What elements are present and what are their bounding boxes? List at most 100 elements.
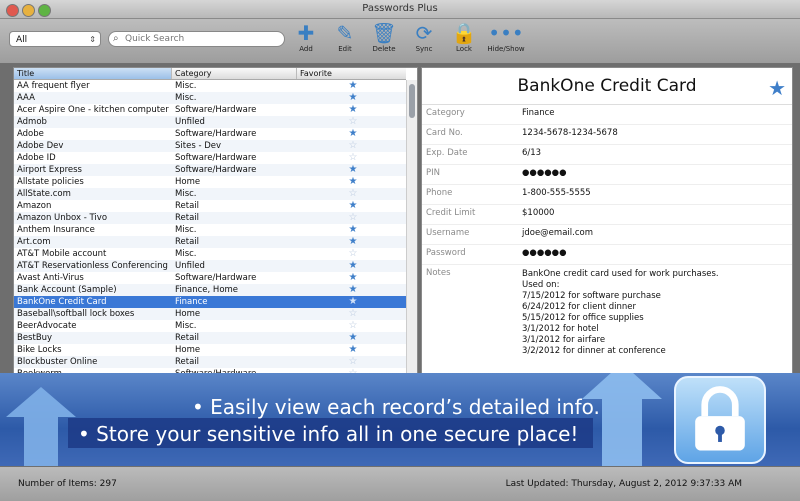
search-input[interactable]: [125, 33, 275, 45]
table-row[interactable]: Anthem Insurance Misc. ★: [14, 224, 406, 236]
favorite-star-icon[interactable]: ★: [346, 80, 360, 92]
favorite-star-icon[interactable]: ☆: [346, 356, 360, 368]
filter-select[interactable]: All ⇕: [9, 31, 101, 47]
row-title: Allstate policies: [17, 177, 84, 187]
edit-button[interactable]: ✎ Edit: [323, 21, 367, 53]
row-title: AAA: [17, 93, 35, 103]
plus-icon: ✚: [297, 21, 315, 45]
table-row[interactable]: AAA Misc. ★: [14, 92, 406, 104]
hide-show-button[interactable]: ••• Hide/Show: [484, 21, 528, 53]
detail-field: Phone 1-800-555-5555: [422, 184, 792, 205]
favorite-star-icon[interactable]: ★: [346, 200, 360, 212]
table-row[interactable]: BankOne Credit Card Finance ★: [14, 296, 406, 308]
field-value[interactable]: jdoe@email.com: [522, 228, 593, 238]
table-row[interactable]: Amazon Unbox - Tivo Retail ☆: [14, 212, 406, 224]
field-value[interactable]: Finance: [522, 108, 555, 118]
row-category: Misc.: [175, 249, 197, 259]
field-label: Exp. Date: [426, 148, 468, 158]
table-row[interactable]: Adobe Dev Sites - Dev ☆: [14, 140, 406, 152]
table-row[interactable]: Avast Anti-Virus Software/Hardware ★: [14, 272, 406, 284]
table-row[interactable]: AT&T Reservationless Conferencing Unfiled…: [14, 260, 406, 272]
filter-select-value: All: [16, 35, 28, 45]
column-header-favorite[interactable]: Favorite: [297, 68, 406, 79]
table-row[interactable]: Baseball\softball lock boxes Home ☆: [14, 308, 406, 320]
favorite-star-icon[interactable]: ★: [346, 236, 360, 248]
table-row[interactable]: Bike Locks Home ★: [14, 344, 406, 356]
favorite-star-icon[interactable]: ☆: [346, 152, 360, 164]
row-title: Avast Anti-Virus: [17, 273, 84, 283]
table-row[interactable]: AllState.com Misc. ☆: [14, 188, 406, 200]
favorite-star-icon[interactable]: ☆: [346, 248, 360, 260]
favorite-star-icon[interactable]: ★: [346, 164, 360, 176]
add-button[interactable]: ✚ Add: [284, 21, 328, 53]
favorite-star-icon[interactable]: ☆: [346, 308, 360, 320]
row-title: Acer Aspire One - kitchen computer: [17, 105, 169, 115]
favorite-star-icon[interactable]: ☆: [346, 212, 360, 224]
favorite-star-icon[interactable]: ☆: [346, 188, 360, 200]
favorite-star-icon[interactable]: ☆: [346, 116, 360, 128]
column-header-title[interactable]: Title: [14, 68, 172, 79]
zoom-window-button[interactable]: [38, 4, 51, 17]
table-row[interactable]: Adobe Software/Hardware ★: [14, 128, 406, 140]
field-value[interactable]: 6/13: [522, 148, 541, 158]
table-row[interactable]: Airport Express Software/Hardware ★: [14, 164, 406, 176]
sync-button[interactable]: ⟳ Sync: [402, 21, 446, 53]
field-value[interactable]: ●●●●●●: [522, 168, 567, 178]
field-value[interactable]: $10000: [522, 208, 554, 218]
favorite-star-icon[interactable]: ☆: [346, 320, 360, 332]
favorite-star-icon[interactable]: ★: [346, 260, 360, 272]
row-category: Software/Hardware: [175, 105, 257, 115]
field-label: PIN: [426, 168, 440, 178]
padlock-icon: [695, 386, 745, 451]
favorite-star-icon[interactable]: ★: [346, 104, 360, 116]
favorite-star-icon[interactable]: ★: [768, 76, 786, 100]
row-title: Bike Locks: [17, 345, 62, 355]
table-row[interactable]: Bank Account (Sample) Finance, Home ★: [14, 284, 406, 296]
field-value[interactable]: 1-800-555-5555: [522, 188, 591, 198]
row-category: Retail: [175, 201, 200, 211]
favorite-star-icon[interactable]: ★: [346, 344, 360, 356]
table-row[interactable]: Admob Unfiled ☆: [14, 116, 406, 128]
table-row[interactable]: Adobe ID Software/Hardware ☆: [14, 152, 406, 164]
up-arrow-graphic: [6, 387, 76, 466]
row-category: Retail: [175, 237, 200, 247]
list-scrollbar[interactable]: [406, 80, 417, 373]
favorite-star-icon[interactable]: ★: [346, 224, 360, 236]
row-category: Home: [175, 177, 201, 187]
delete-button[interactable]: 🗑 Delete: [362, 21, 406, 53]
table-row[interactable]: Acer Aspire One - kitchen computer Softwa…: [14, 104, 406, 116]
field-value[interactable]: ●●●●●●: [522, 248, 567, 258]
row-category: Unfiled: [175, 117, 205, 127]
table-row[interactable]: Art.com Retail ★: [14, 236, 406, 248]
favorite-star-icon[interactable]: ★: [346, 272, 360, 284]
favorite-star-icon[interactable]: ★: [346, 128, 360, 140]
field-value[interactable]: 1234-5678-1234-5678: [522, 128, 618, 138]
table-row[interactable]: BestBuy Retail ★: [14, 332, 406, 344]
table-row[interactable]: Allstate policies Home ★: [14, 176, 406, 188]
close-window-button[interactable]: [6, 4, 19, 17]
table-row[interactable]: Amazon Retail ★: [14, 200, 406, 212]
notes-line: Used on:: [522, 280, 560, 290]
row-category: Sites - Dev: [175, 141, 222, 151]
table-row[interactable]: AA frequent flyer Misc. ★: [14, 80, 406, 92]
favorite-star-icon[interactable]: ★: [346, 296, 360, 308]
favorite-star-icon[interactable]: ★: [346, 176, 360, 188]
favorite-star-icon[interactable]: ★: [346, 284, 360, 296]
toolbar: All ⇕ ⌕ ✚ Add ✎ Edit 🗑 Delete ⟳ Sync 🔒 L…: [0, 19, 800, 64]
pencil-icon: ✎: [336, 21, 354, 45]
favorite-star-icon[interactable]: ☆: [346, 140, 360, 152]
table-row[interactable]: AT&T Mobile account Misc. ☆: [14, 248, 406, 260]
table-row[interactable]: Blockbuster Online Retail ☆: [14, 356, 406, 368]
table-row[interactable]: BeerAdvocate Misc. ☆: [14, 320, 406, 332]
scrollbar-thumb[interactable]: [409, 84, 415, 118]
lock-button[interactable]: 🔒 Lock: [442, 21, 486, 53]
dots-icon: •••: [488, 21, 524, 45]
row-title: Baseball\softball lock boxes: [17, 309, 135, 319]
search-icon: ⌕: [113, 33, 119, 44]
favorite-star-icon[interactable]: ★: [346, 332, 360, 344]
search-box[interactable]: ⌕: [108, 31, 285, 47]
minimize-window-button[interactable]: [22, 4, 35, 17]
favorite-star-icon[interactable]: ★: [346, 92, 360, 104]
column-header-category[interactable]: Category: [172, 68, 297, 79]
row-title: Admob: [17, 117, 47, 127]
